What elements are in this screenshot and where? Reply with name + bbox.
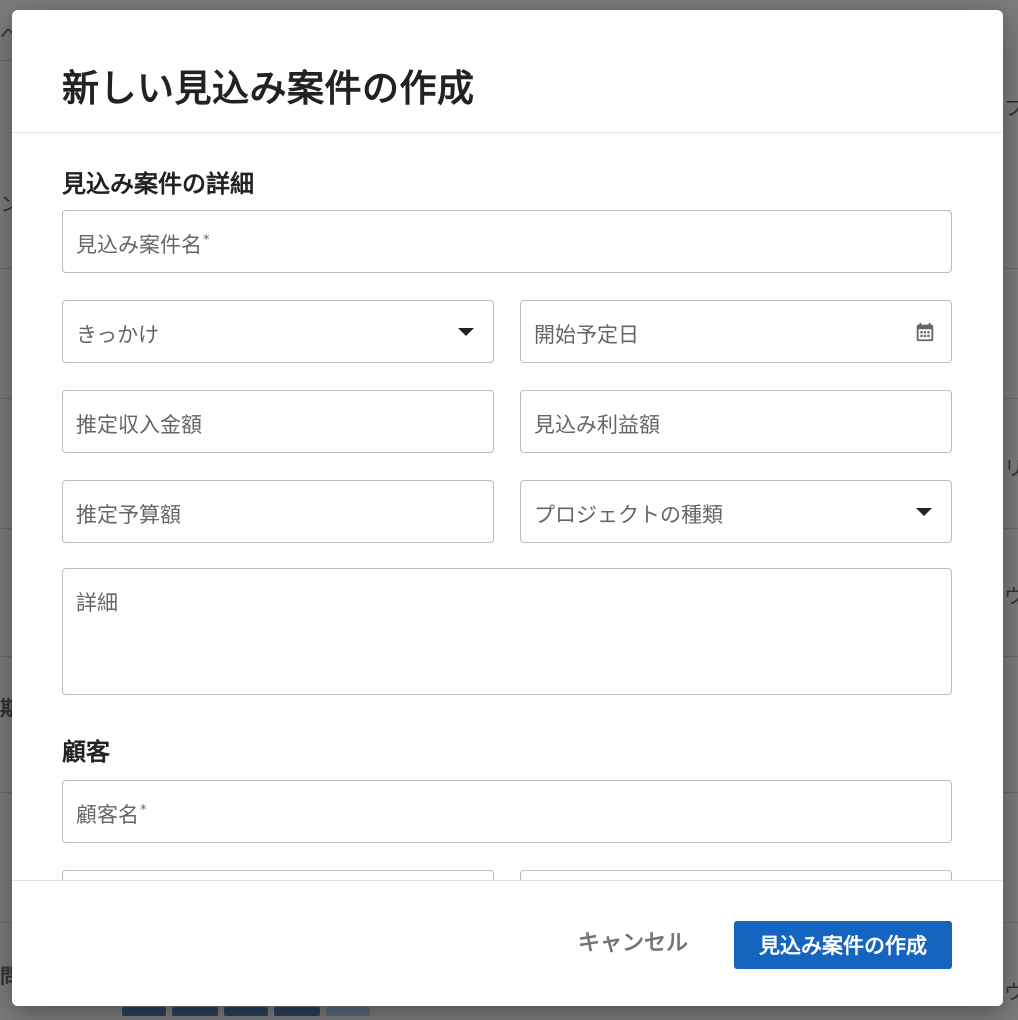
expected-profit-placeholder: 見込み利益額 <box>534 413 660 437</box>
dropdown-caret-icon <box>458 328 474 336</box>
customer-name-placeholder: 顧客名* <box>76 803 147 827</box>
background-divider <box>0 60 12 61</box>
project-type-placeholder: プロジェクトの種類 <box>534 503 723 527</box>
dropdown-caret-icon <box>916 508 932 516</box>
start-date-placeholder: 開始予定日 <box>534 323 639 347</box>
description-placeholder: 詳細 <box>76 591 118 615</box>
background-divider <box>0 656 12 657</box>
background-tile <box>326 1007 370 1016</box>
project-type-select[interactable]: プロジェクトの種類 <box>520 480 952 543</box>
background-divider <box>1004 268 1018 269</box>
customer-name-field[interactable]: 顧客名* <box>62 780 952 843</box>
background-tile <box>224 1007 268 1016</box>
background-divider <box>0 528 12 529</box>
background-tile <box>122 1007 166 1016</box>
background-divider <box>1004 792 1018 793</box>
dialog-footer: キャンセル 見込み案件の作成 <box>12 880 1003 1006</box>
background-divider <box>1004 922 1018 923</box>
background-text: ウ <box>1004 980 1018 1004</box>
create-lead-dialog: 新しい見込み案件の作成 見込み案件の詳細 見込み案件名* きっかけ 開始予定日 … <box>12 10 1003 1006</box>
background-divider <box>0 792 12 793</box>
section-title-customer: 顧客 <box>62 738 110 766</box>
background-text: フ <box>1004 96 1018 120</box>
dialog-title: 新しい見込み案件の作成 <box>62 67 475 110</box>
trigger-select-placeholder: きっかけ <box>76 323 160 347</box>
background-tile <box>172 1007 218 1016</box>
background-divider <box>0 922 12 923</box>
start-date-field[interactable]: 開始予定日 <box>520 300 952 363</box>
background-text: リ <box>1004 456 1018 480</box>
trigger-select[interactable]: きっかけ <box>62 300 494 363</box>
lead-name-field[interactable]: 見込み案件名* <box>62 210 952 273</box>
customer-field-partial[interactable] <box>62 870 494 880</box>
customer-field-partial[interactable] <box>520 870 952 880</box>
estimated-budget-placeholder: 推定予算額 <box>76 503 181 527</box>
background-text: ウ <box>1004 584 1018 608</box>
background-divider <box>0 398 12 399</box>
cancel-button[interactable]: キャンセル <box>572 917 694 965</box>
calendar-icon[interactable] <box>914 321 936 343</box>
create-lead-button[interactable]: 見込み案件の作成 <box>734 921 952 969</box>
background-tile <box>274 1007 320 1016</box>
background-divider <box>0 268 12 269</box>
estimated-budget-field[interactable]: 推定予算額 <box>62 480 494 543</box>
dialog-header: 新しい見込み案件の作成 <box>12 10 1003 133</box>
lead-name-placeholder: 見込み案件名* <box>76 233 210 257</box>
background-divider <box>1004 528 1018 529</box>
section-title-details: 見込み案件の詳細 <box>62 170 254 198</box>
description-textarea[interactable]: 詳細 <box>62 568 952 695</box>
background-divider <box>1004 656 1018 657</box>
background-divider <box>1004 398 1018 399</box>
estimated-revenue-field[interactable]: 推定収入金額 <box>62 390 494 453</box>
estimated-revenue-placeholder: 推定収入金額 <box>76 413 202 437</box>
expected-profit-field[interactable]: 見込み利益額 <box>520 390 952 453</box>
dialog-body[interactable]: 見込み案件の詳細 見込み案件名* きっかけ 開始予定日 推定収入金額 見込み利益… <box>12 134 1003 880</box>
